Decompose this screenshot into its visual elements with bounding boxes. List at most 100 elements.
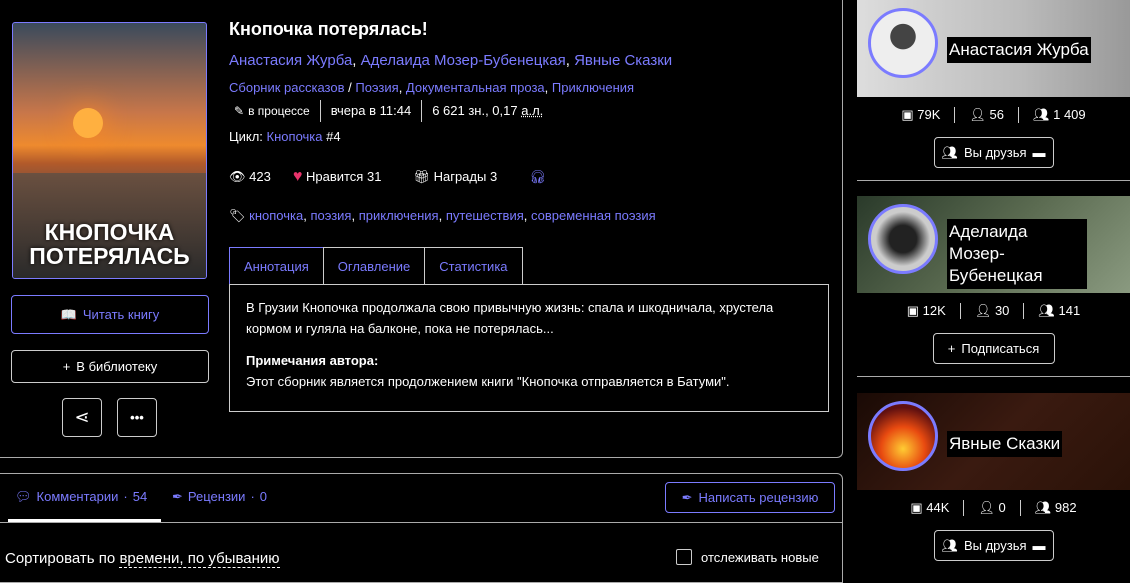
eye-icon: 👁 [229,169,246,184]
tab-reviews[interactable]: ✒ Рецензии · 0 [172,489,267,505]
books-stat: ▣ 44K [910,500,950,515]
share-button[interactable]: ⋖ [62,398,102,437]
read-label: Читать книгу [82,307,160,322]
books-count: 79K [917,107,941,122]
author-banner: Анастасия Журба [857,0,1130,97]
users-icon: 👥︎ [941,144,958,160]
friends-stat: 👤︎ 30 [959,303,1024,319]
tag-link[interactable]: современная поэзия [531,208,656,223]
sun [73,108,103,138]
cycle-link[interactable]: Кнопочка [267,129,323,144]
avatar[interactable] [868,204,938,274]
author-banner: Явные Сказки [857,393,1130,490]
add-to-library-button[interactable]: + В библиотеку [11,350,209,383]
books-stat: ▣ 12K [906,303,946,318]
author-name[interactable]: Анастасия Журба [947,37,1091,63]
authors: Анастасия Журба, Аделаида Мозер-Бубенецк… [229,52,673,69]
comments-panel: 💬︎ Комментарии · 54 ✒ Рецензии · 0 ✒ Написа… [0,473,843,583]
likes-label: Нравится [305,169,364,184]
views: 👁 423 [229,169,271,185]
books-count: 44K [926,500,950,515]
genres: Сборник рассказов / Поэзия, Документальн… [229,80,635,95]
author-card: Явные Сказки ▣ 44K 👤︎ 0 👥︎ 982 👥︎ Вы друзья… [857,393,1130,561]
book-title: Кнопочка потерялась! [229,19,428,39]
track-new[interactable]: отслеживать новые [676,549,819,565]
followers-stat: 👥︎ 982 [1019,500,1091,516]
author-link[interactable]: Аделаида Мозер-Бубенецкая [361,52,566,69]
author-name[interactable]: Аделаида Мозер-Бубенецкая [947,219,1087,289]
likes-count: 31 [366,169,382,184]
genre-link[interactable]: Поэзия [355,80,398,95]
tag-link[interactable]: поэзия [310,208,351,223]
followers-stat: 👥︎ 1 409 [1017,107,1100,123]
share-icon: ⋖ [74,407,90,427]
friends-button[interactable]: 👥︎ Вы друзья ▬ [933,530,1054,561]
author-card: Аделаида Мозер-Бубенецкая ▣ 12K 👤︎ 30 👥︎ 1… [857,196,1130,377]
book-meta: ✎ в процессе вчера в 11:44 6 621 зн., 0,1… [229,100,553,122]
author-card: Анастасия Журба ▣ 79K 👤︎ 56 👥︎ 1 409 👥︎ Вы … [857,0,1130,181]
author-banner: Аделаида Мозер-Бубенецкая [857,196,1130,293]
feather-icon: ✒ [172,489,183,504]
write-review-label: Написать рецензию [698,490,819,505]
friends-label: Вы друзья [963,538,1027,553]
sort-control: Сортировать по времени, по убыванию [5,550,280,568]
tag-icon: 🏷︎ [229,208,246,223]
author-name[interactable]: Явные Сказки [947,431,1063,457]
divider [857,376,1130,377]
book-tabs: Аннотация Оглавление Статистика [229,247,523,285]
author-stats: ▣ 12K 👤︎ 30 👥︎ 141 [857,303,1130,319]
like-button[interactable]: ♥ Нравится 31 [293,168,382,186]
friends-stat: 👤︎ 0 [963,500,1019,516]
friends-button[interactable]: 👥︎ Вы друзья ▬ [933,137,1054,168]
tag-link[interactable]: кнопочка [249,208,303,223]
size: 6 621 зн., 0,17 а.л. [421,100,553,122]
followers-count: 982 [1054,500,1077,515]
plus-icon: + [62,359,71,374]
genre-link[interactable]: Документальная проза [406,80,545,95]
sort-by-link[interactable]: времени, по убыванию [119,550,280,568]
author-stats: ▣ 79K 👤︎ 56 👥︎ 1 409 [857,107,1130,123]
read-book-button[interactable]: 📖 Читать книгу [11,295,209,334]
tag-link[interactable]: приключения [359,208,439,223]
friends-count: 30 [994,303,1010,318]
friends-count: 0 [998,500,1006,515]
size-value: 6 621 зн., 0,17 [432,103,518,118]
sort-order: по убыванию [187,550,280,567]
author-link[interactable]: Анастасия Журба [229,52,352,69]
sort-prefix: Сортировать по [5,550,116,567]
tab-annotation[interactable]: Аннотация [229,247,324,285]
tab-contents[interactable]: Оглавление [322,247,426,285]
awards[interactable]: 🎁︎ Награды 3 [413,169,497,185]
tab-comments[interactable]: 💬︎ Комментарии · 54 [8,474,161,522]
headphones-icon[interactable]: 🎧︎ [529,169,546,185]
more-button[interactable]: ••• [117,398,157,437]
friends-count: 56 [989,107,1004,122]
subscribe-button[interactable]: + Подписаться [932,333,1055,364]
tab-statistics[interactable]: Статистика [424,247,523,285]
track-checkbox[interactable] [676,549,692,565]
tag-link[interactable]: путешествия [446,208,524,223]
book-cover[interactable]: КНОПОЧКА ПОТЕРЯЛАСЬ [12,22,207,279]
avatar[interactable] [868,401,938,471]
books-stat: ▣ 79K [901,107,941,122]
avatar[interactable] [868,8,938,78]
write-review-button[interactable]: ✒ Написать рецензию [665,482,835,513]
cycle-number: #4 [326,129,341,144]
genre-link[interactable]: Приключения [552,80,634,95]
status: ✎ в процессе [229,100,320,122]
annotation-text: В Грузии Кнопочка продолжала свою привыч… [246,300,774,336]
cover-title: КНОПОЧКА ПОТЕРЯЛАСЬ [29,219,190,269]
size-unit[interactable]: а.л. [521,103,543,118]
notes-title: Примечания автора: [246,353,379,368]
book-stats: 👁 423 ♥ Нравится 31 🎁︎ Награды 3 🎧︎ [229,168,546,186]
reviews-count: 0 [259,489,268,504]
awards-count: 3 [489,169,498,184]
form-link[interactable]: Сборник рассказов [229,80,345,95]
subscribe-label: Подписаться [961,341,1040,356]
author-link[interactable]: Явные Сказки [574,52,672,69]
friends-stat: 👤︎ 56 [954,107,1018,123]
followers-count: 1 409 [1053,107,1086,122]
cycle-label: Цикл: [229,129,263,144]
friends-label: Вы друзья [963,145,1027,160]
comments-icon: 💬︎ [15,488,32,504]
